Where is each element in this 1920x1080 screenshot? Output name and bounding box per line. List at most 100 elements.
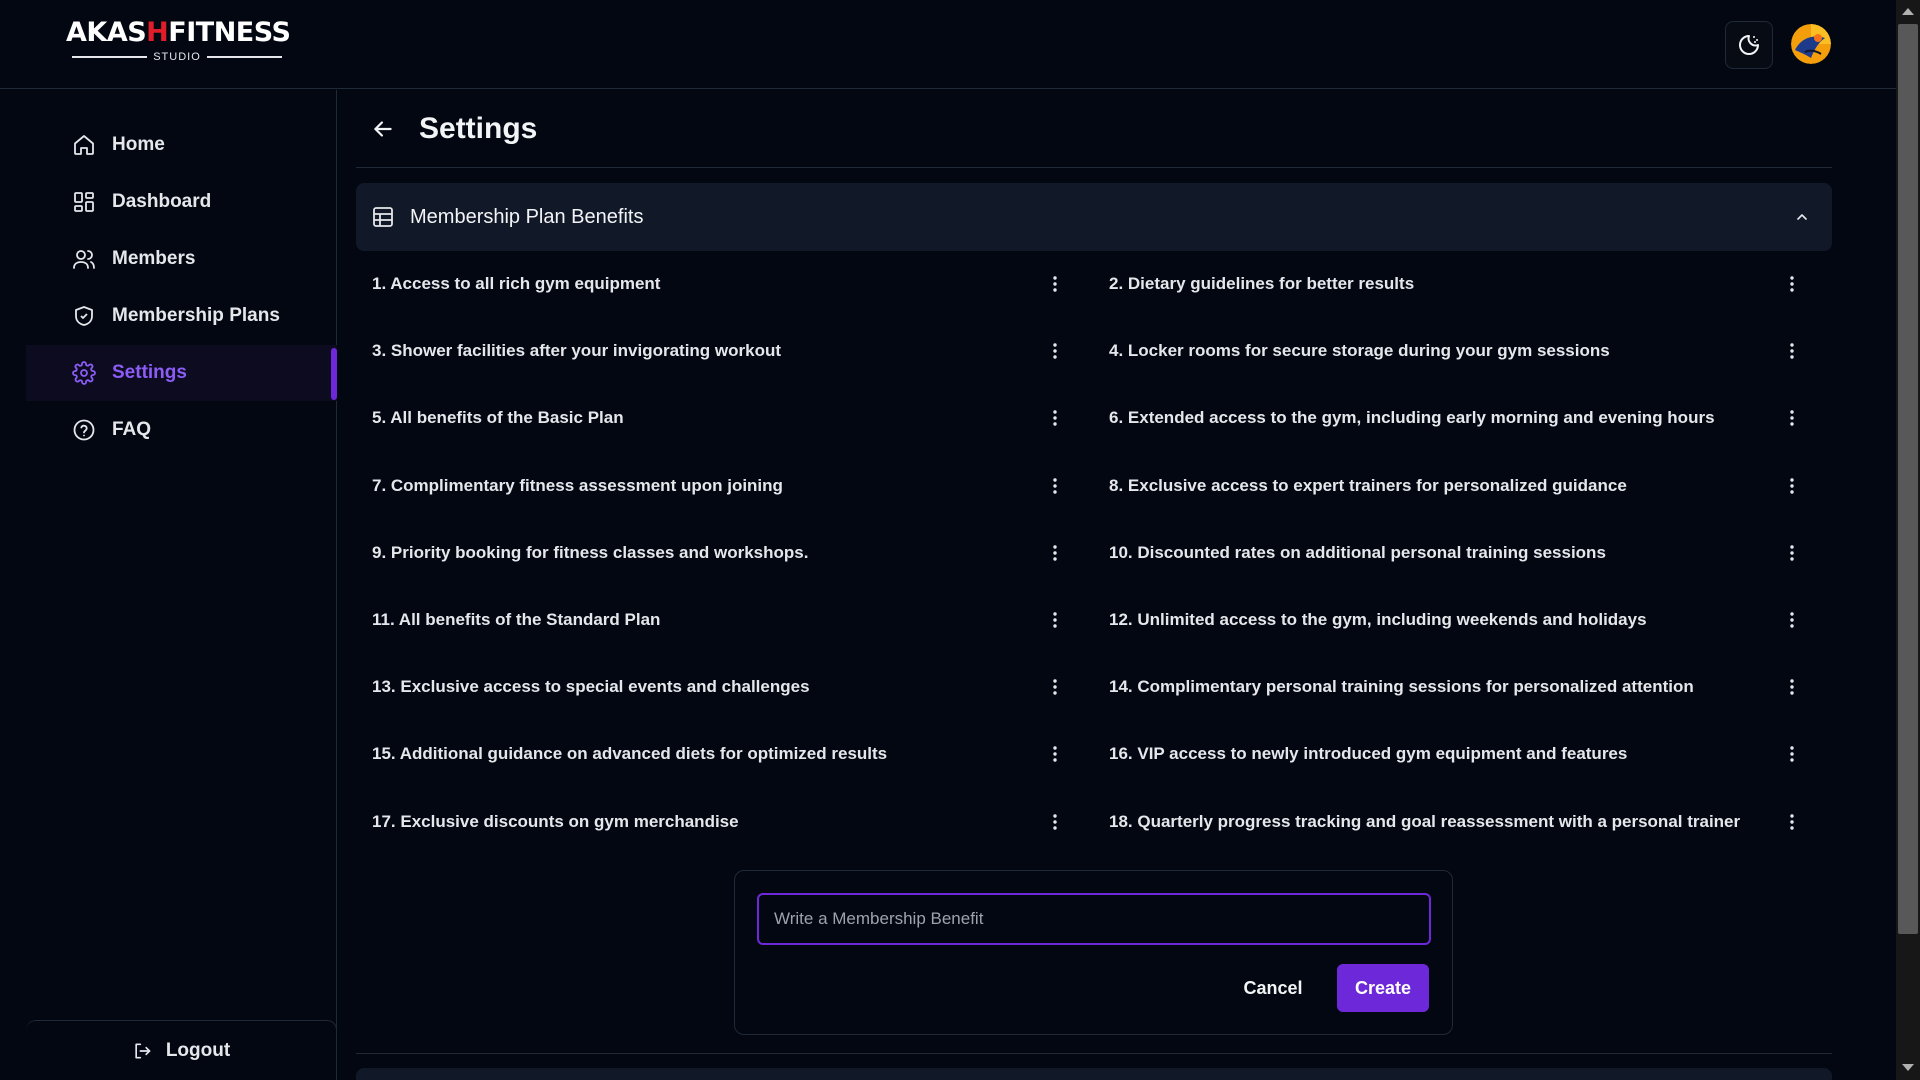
- more-options-icon[interactable]: [1782, 606, 1802, 634]
- more-options-icon[interactable]: [1782, 270, 1802, 298]
- help-icon: [73, 419, 95, 441]
- logout-button[interactable]: Logout: [26, 1020, 337, 1080]
- benefit-text: 6. Extended access to the gym, including…: [1109, 408, 1715, 427]
- sidebar-item-label: Home: [112, 134, 165, 155]
- membership-benefits-accordion-header[interactable]: Membership Plan Benefits: [356, 183, 1832, 251]
- benefit-item: 10. Discounted rates on additional perso…: [1109, 533, 1606, 573]
- more-options-icon[interactable]: [1782, 337, 1802, 365]
- logo-wordmark: AKASHFITNESS: [66, 17, 291, 48]
- benefit-text: 5. All benefits of the Basic Plan: [372, 408, 624, 427]
- cancel-button[interactable]: Cancel: [1229, 964, 1317, 1012]
- benefit-item: 4. Locker rooms for secure storage durin…: [1109, 331, 1610, 371]
- benefit-item: 3. Shower facilities after your invigora…: [372, 331, 781, 371]
- benefit-text: 13. Exclusive access to special events a…: [372, 677, 810, 696]
- back-button[interactable]: [370, 116, 396, 142]
- logo-subtitle: STUDIO: [72, 51, 282, 63]
- benefit-text: 1. Access to all rich gym equipment: [372, 274, 661, 293]
- moon-icon: [1739, 35, 1759, 55]
- benefit-item: 18. Quarterly progress tracking and goal…: [1109, 802, 1740, 842]
- sidebar-item-label: FAQ: [112, 419, 152, 440]
- more-options-icon[interactable]: [1782, 740, 1802, 768]
- more-options-icon[interactable]: [1782, 673, 1802, 701]
- more-options-icon[interactable]: [1045, 740, 1065, 768]
- benefit-text: 10. Discounted rates on additional perso…: [1109, 543, 1606, 562]
- benefit-item: 16. VIP access to newly introduced gym e…: [1109, 734, 1627, 774]
- benefit-item: 5. All benefits of the Basic Plan: [372, 398, 624, 438]
- benefit-item: 7. Complimentary fitness assessment upon…: [372, 466, 783, 506]
- benefit-item: 11. All benefits of the Standard Plan: [372, 600, 660, 640]
- user-avatar[interactable]: [1791, 24, 1831, 64]
- benefit-text: 15. Additional guidance on advanced diet…: [372, 744, 888, 763]
- next-accordion-header[interactable]: [356, 1068, 1832, 1080]
- home-icon: [74, 135, 94, 155]
- app-logo[interactable]: AKASHFITNESS STUDIO: [66, 17, 291, 64]
- create-button[interactable]: Create: [1337, 964, 1429, 1012]
- sidebar-item-members[interactable]: Members: [26, 231, 337, 287]
- logout-icon: [135, 1043, 151, 1058]
- more-options-icon[interactable]: [1045, 472, 1065, 500]
- more-options-icon[interactable]: [1045, 404, 1065, 432]
- scrollbar-thumb[interactable]: [1898, 24, 1918, 934]
- chevron-up-icon[interactable]: [1794, 209, 1810, 225]
- theme-toggle-button[interactable]: [1725, 21, 1773, 69]
- benefit-item: 12. Unlimited access to the gym, includi…: [1109, 600, 1647, 640]
- scroll-down-arrow-icon[interactable]: [1902, 1064, 1914, 1071]
- benefit-item: 8. Exclusive access to expert trainers f…: [1109, 466, 1627, 506]
- sidebar-item-home[interactable]: Home: [26, 117, 337, 173]
- shield-icon: [75, 306, 93, 326]
- table-icon: [373, 207, 393, 227]
- dashboard-icon: [74, 192, 94, 212]
- sidebar-item-label: Membership Plans: [112, 305, 280, 326]
- scroll-up-arrow-icon[interactable]: [1902, 8, 1914, 15]
- benefit-text: 11. All benefits of the Standard Plan: [372, 610, 661, 629]
- benefit-text: 12. Unlimited access to the gym, includi…: [1109, 610, 1647, 629]
- benefit-item: 1. Access to all rich gym equipment: [372, 264, 660, 304]
- more-options-icon[interactable]: [1782, 472, 1802, 500]
- top-header: AKASHFITNESS STUDIO: [0, 0, 1896, 89]
- sidebar-item-label: Dashboard: [112, 191, 212, 212]
- benefit-text: 9. Priority booking for fitness classes …: [372, 543, 809, 562]
- sidebar-item-faq[interactable]: FAQ: [26, 402, 337, 458]
- users-icon: [73, 250, 95, 269]
- page-header: Settings: [356, 90, 1832, 168]
- more-options-icon[interactable]: [1782, 404, 1802, 432]
- benefit-item: 2. Dietary guidelines for better results: [1109, 264, 1414, 304]
- benefit-item: 13. Exclusive access to special events a…: [372, 667, 810, 707]
- sidebar: Home Dashboard Members Membership Plans …: [26, 90, 337, 1080]
- section-title: Membership Plan Benefits: [410, 206, 644, 228]
- sidebar-item-label: Members: [112, 248, 196, 269]
- more-options-icon[interactable]: [1045, 337, 1065, 365]
- more-options-icon[interactable]: [1045, 673, 1065, 701]
- sidebar-item-membership-plans[interactable]: Membership Plans: [26, 288, 337, 344]
- benefit-text: 14. Complimentary personal training sess…: [1109, 677, 1694, 696]
- sidebar-item-label: Settings: [112, 362, 187, 383]
- gear-icon: [72, 361, 96, 385]
- benefit-item: 9. Priority booking for fitness classes …: [372, 533, 808, 573]
- benefit-item: 6. Extended access to the gym, including…: [1109, 398, 1715, 438]
- arrow-left-icon: [374, 121, 392, 137]
- sidebar-item-dashboard[interactable]: Dashboard: [26, 174, 337, 230]
- benefit-text: 17. Exclusive discounts on gym merchandi…: [372, 812, 739, 831]
- benefit-input[interactable]: [757, 893, 1431, 945]
- page-title: Settings: [419, 112, 538, 145]
- benefit-text: 2. Dietary guidelines for better results: [1109, 274, 1415, 293]
- benefit-text: 7. Complimentary fitness assessment upon…: [372, 476, 783, 495]
- more-options-icon[interactable]: [1045, 808, 1065, 836]
- more-options-icon[interactable]: [1045, 539, 1065, 567]
- benefit-text: 8. Exclusive access to expert trainers f…: [1109, 476, 1627, 495]
- add-benefit-form: Cancel Create: [734, 870, 1453, 1035]
- benefit-text: 3. Shower facilities after your invigora…: [372, 341, 782, 360]
- sidebar-item-settings[interactable]: Settings: [26, 345, 337, 401]
- benefit-text: 16. VIP access to newly introduced gym e…: [1109, 744, 1628, 763]
- more-options-icon[interactable]: [1045, 606, 1065, 634]
- more-options-icon[interactable]: [1045, 270, 1065, 298]
- more-options-icon[interactable]: [1782, 808, 1802, 836]
- benefit-item: 15. Additional guidance on advanced diet…: [372, 734, 887, 774]
- benefit-item: 14. Complimentary personal training sess…: [1109, 667, 1694, 707]
- benefit-text: 4. Locker rooms for secure storage durin…: [1109, 341, 1610, 360]
- more-options-icon[interactable]: [1782, 539, 1802, 567]
- section-divider: [356, 1053, 1832, 1054]
- benefit-item: 17. Exclusive discounts on gym merchandi…: [372, 802, 739, 842]
- page-scrollbar[interactable]: [1896, 0, 1920, 1080]
- logout-label: Logout: [165, 1039, 231, 1061]
